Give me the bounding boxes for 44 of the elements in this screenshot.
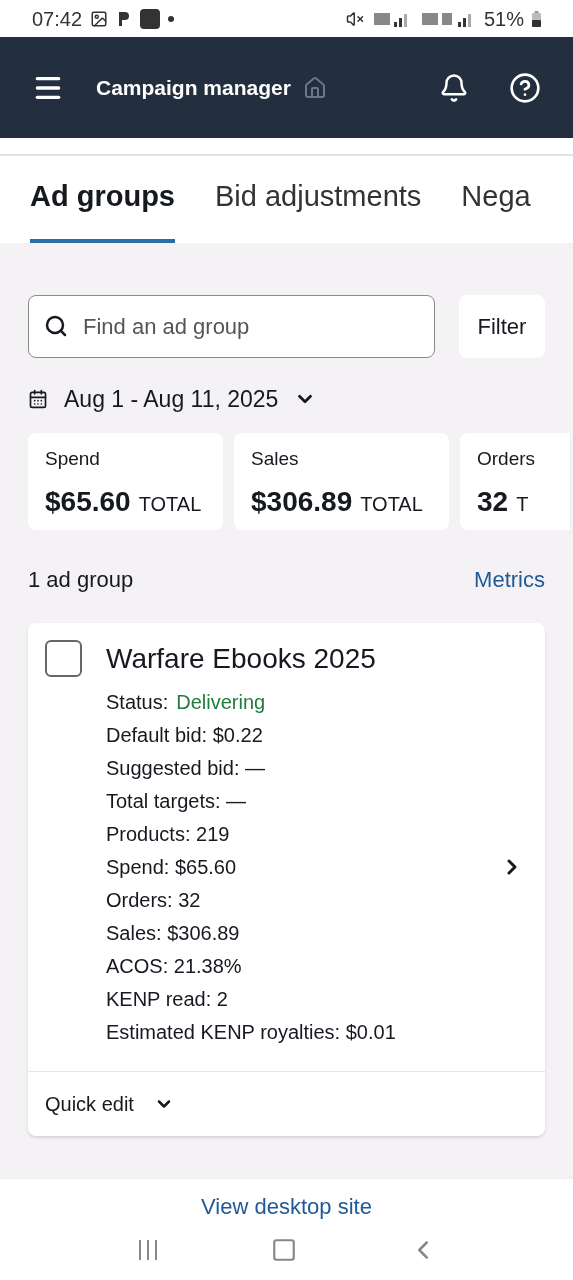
filter-button[interactable]: Filter — [459, 295, 545, 358]
ad-group-name[interactable]: Warfare Ebooks 2025 — [106, 639, 528, 677]
status-value: Delivering — [176, 690, 266, 714]
card-value: 32 — [477, 485, 509, 519]
search-field[interactable]: Find an ad group — [28, 295, 435, 358]
card-label: Sales — [251, 446, 300, 471]
detail-line: Suggested bid: — — [106, 756, 265, 780]
metrics-link[interactable]: Metrics — [474, 562, 545, 596]
notification-icon[interactable] — [439, 72, 469, 103]
card-value: $65.60 — [45, 485, 131, 519]
card-unit: TOTAL — [360, 492, 423, 517]
detail-line: KENP read: 2 — [106, 987, 228, 1011]
detail-line: ACOS: 21.38% — [106, 954, 242, 978]
card-value: $306.89 — [251, 485, 353, 519]
checkbox[interactable] — [45, 639, 82, 677]
detail-line: Estimated KENP royalties: $0.01 — [106, 1020, 396, 1044]
card-unit: TOTAL — [138, 492, 202, 517]
date-range-picker[interactable]: Aug 1 - Aug 11, 2025 — [28, 382, 317, 417]
result-count: 1 ad group — [28, 565, 134, 594]
home-button-icon[interactable] — [270, 1237, 297, 1263]
battery-icon — [532, 10, 541, 27]
help-icon[interactable] — [509, 71, 541, 104]
detail-line: Products: 219 — [106, 822, 230, 846]
page-title: Campaign manager — [96, 74, 291, 101]
detail-line: Total targets: — — [106, 789, 247, 813]
mute-icon — [345, 9, 364, 28]
card-unit: T — [516, 492, 529, 517]
detail-line: Spend: $65.60 — [106, 855, 237, 879]
detail-line: Default bid: $0.22 — [106, 723, 263, 747]
desktop-site-link[interactable]: View desktop site — [201, 1194, 372, 1220]
status-time: 07:42 — [32, 6, 83, 32]
detail-line: Orders: 32 — [106, 888, 201, 912]
battery-level: 51% — [483, 6, 524, 32]
detail-line: Sales: $306.89 — [106, 921, 240, 945]
calendar-icon — [28, 389, 48, 410]
card-label: Orders — [477, 446, 537, 471]
search-icon — [44, 314, 68, 338]
tab[interactable]: Nega — [461, 175, 531, 243]
quick-edit-button[interactable]: Quick edit — [45, 1088, 174, 1119]
image-icon — [90, 9, 109, 28]
home-icon[interactable] — [302, 75, 327, 100]
card-label: Spend — [45, 446, 101, 471]
tab[interactable]: Bid adjustments — [215, 175, 422, 243]
status-label: Status: — [106, 690, 169, 714]
